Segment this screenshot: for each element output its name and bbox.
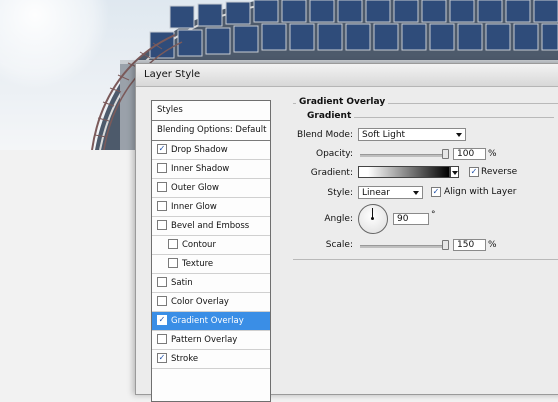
align-with-layer-label: Align with Layer <box>444 187 517 197</box>
reverse-checkbox[interactable]: ✓ <box>469 167 479 177</box>
texture-label: Texture <box>182 259 214 269</box>
styles-list: Styles Blending Options: Default ✓ Drop S… <box>151 100 271 402</box>
inner-shadow-checkbox[interactable] <box>157 162 167 173</box>
style-item-stroke[interactable]: ✓ Stroke <box>152 350 270 369</box>
gradient-preview[interactable] <box>358 166 450 178</box>
style-dropdown[interactable]: Linear <box>358 186 423 199</box>
color-overlay-checkbox[interactable] <box>157 295 167 306</box>
opacity-unit: % <box>488 149 497 159</box>
dialog-title: Layer Style <box>136 64 558 87</box>
blend-mode-label: Blend Mode: <box>296 130 353 140</box>
blend-mode-value: Soft Light <box>362 130 406 140</box>
bevel-emboss-checkbox[interactable] <box>157 219 167 230</box>
angle-unit: ° <box>431 210 436 220</box>
inner-shadow-label: Inner Shadow <box>171 164 230 174</box>
opacity-slider-thumb[interactable] <box>442 149 449 159</box>
gradient-overlay-title: Gradient Overlay <box>296 97 389 107</box>
bevel-emboss-label: Bevel and Emboss <box>171 221 250 231</box>
texture-checkbox[interactable] <box>168 257 178 268</box>
chevron-down-icon <box>413 191 419 195</box>
opacity-slider[interactable] <box>360 154 446 157</box>
style-value: Linear <box>362 188 390 198</box>
angle-dial[interactable] <box>358 204 388 234</box>
style-item-color-overlay[interactable]: Color Overlay <box>152 293 270 312</box>
style-item-gradient-overlay[interactable]: ✓ Gradient Overlay <box>152 312 270 331</box>
style-label: Style: <box>327 188 353 198</box>
scale-unit: % <box>488 240 497 250</box>
scale-label: Scale: <box>325 240 353 250</box>
style-item-drop-shadow[interactable]: ✓ Drop Shadow <box>152 141 270 160</box>
scale-slider-thumb[interactable] <box>442 240 449 250</box>
drop-shadow-checkbox[interactable]: ✓ <box>157 143 167 154</box>
style-item-inner-shadow[interactable]: Inner Shadow <box>152 160 270 179</box>
style-item-bevel-emboss[interactable]: Bevel and Emboss <box>152 217 270 236</box>
gradient-subgroup-title: Gradient <box>304 111 355 121</box>
gradient-picker-button[interactable] <box>450 166 459 178</box>
stroke-checkbox[interactable]: ✓ <box>157 352 167 363</box>
outer-glow-label: Outer Glow <box>171 183 219 193</box>
styles-header[interactable]: Styles <box>152 101 270 121</box>
styles-header-label: Styles <box>157 105 183 115</box>
blend-mode-dropdown[interactable]: Soft Light <box>358 128 466 141</box>
style-item-contour[interactable]: Contour <box>152 236 270 255</box>
blending-options-label: Blending Options: Default <box>157 125 267 135</box>
outer-glow-checkbox[interactable] <box>157 181 167 192</box>
style-item-pattern-overlay[interactable]: Pattern Overlay <box>152 331 270 350</box>
contour-checkbox[interactable] <box>168 238 178 249</box>
blending-options-item[interactable]: Blending Options: Default <box>152 121 270 141</box>
opacity-label: Opacity: <box>316 149 353 159</box>
angle-input[interactable]: 90 <box>393 213 429 225</box>
contour-label: Contour <box>182 240 216 250</box>
pattern-overlay-checkbox[interactable] <box>157 333 167 344</box>
inner-glow-checkbox[interactable] <box>157 200 167 211</box>
opacity-input[interactable]: 100 <box>453 148 486 160</box>
gradient-label: Gradient: <box>310 168 353 178</box>
scale-slider[interactable] <box>360 245 446 248</box>
color-overlay-label: Color Overlay <box>171 297 229 307</box>
gradient-overlay-label: Gradient Overlay <box>171 316 244 326</box>
pattern-overlay-label: Pattern Overlay <box>171 335 238 345</box>
angle-center <box>371 217 374 220</box>
gradient-overlay-checkbox[interactable]: ✓ <box>157 314 167 325</box>
layer-style-dialog: Layer Style Styles Blending Options: Def… <box>135 63 558 402</box>
scale-input[interactable]: 150 <box>453 239 486 251</box>
satin-label: Satin <box>171 278 193 288</box>
angle-label: Angle: <box>324 214 353 224</box>
satin-checkbox[interactable] <box>157 276 167 287</box>
stroke-label: Stroke <box>171 354 199 364</box>
style-item-outer-glow[interactable]: Outer Glow <box>152 179 270 198</box>
reverse-label: Reverse <box>481 167 518 177</box>
drop-shadow-label: Drop Shadow <box>171 145 228 155</box>
align-with-layer-checkbox[interactable]: ✓ <box>431 187 441 197</box>
style-item-texture[interactable]: Texture <box>152 255 270 274</box>
chevron-down-icon <box>456 133 462 137</box>
style-item-satin[interactable]: Satin <box>152 274 270 293</box>
chevron-down-icon <box>452 171 458 175</box>
style-item-inner-glow[interactable]: Inner Glow <box>152 198 270 217</box>
inner-glow-label: Inner Glow <box>171 202 217 212</box>
